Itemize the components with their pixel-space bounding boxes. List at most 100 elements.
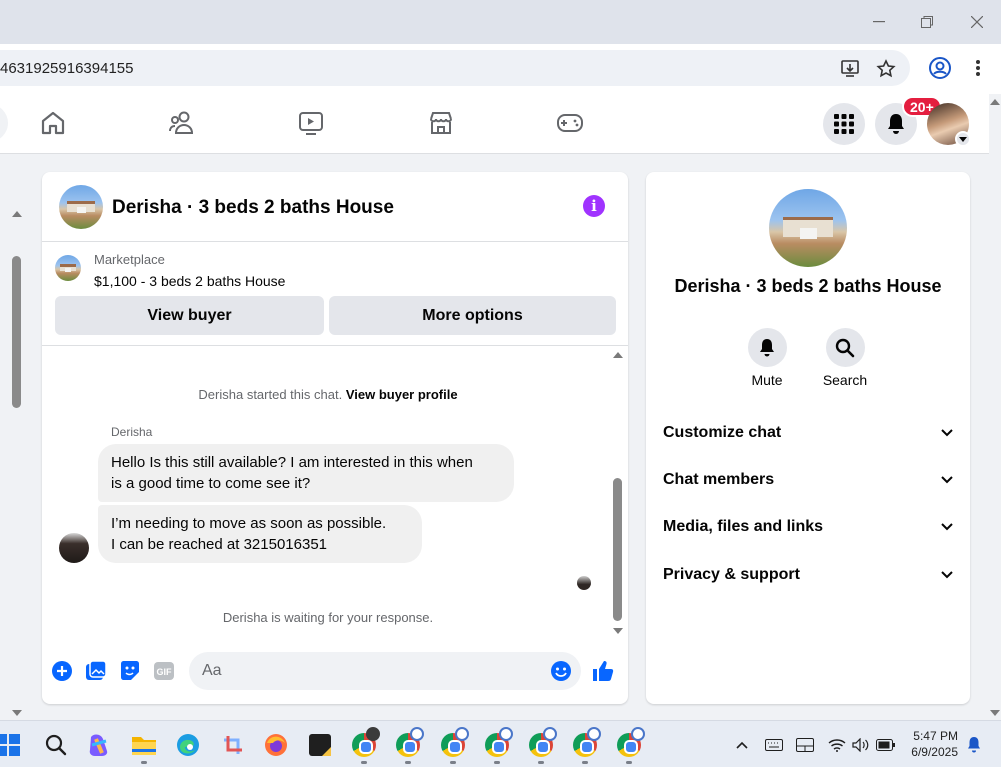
chat-info-panel: Derisha · 3 beds 2 baths House Mute Sear…: [646, 172, 970, 704]
emoji-icon[interactable]: [550, 660, 572, 682]
scroll-down-icon[interactable]: [12, 710, 22, 716]
chrome-icon[interactable]: [527, 727, 557, 759]
chat-members-section[interactable]: Chat members: [663, 468, 953, 492]
plus-icon[interactable]: [50, 659, 74, 683]
scroll-up-icon[interactable]: [990, 99, 1000, 105]
gaming-icon[interactable]: [555, 108, 585, 138]
marketplace-icon[interactable]: [426, 108, 456, 138]
bell-icon: [760, 338, 774, 356]
running-indicator: [626, 761, 632, 764]
search-icon: [835, 338, 855, 357]
video-icon[interactable]: [296, 108, 326, 138]
profile-icon[interactable]: [928, 56, 952, 80]
menu-grid-button[interactable]: [823, 103, 865, 145]
edge-icon[interactable]: [174, 731, 202, 759]
listing-avatar[interactable]: [59, 185, 103, 229]
chat-panel: Derisha · 3 beds 2 baths House i Marketp…: [42, 172, 628, 704]
home-icon[interactable]: [38, 108, 68, 138]
running-indicator: [494, 761, 500, 764]
install-app-icon[interactable]: [840, 58, 862, 80]
listing-thumbnail[interactable]: [55, 255, 81, 281]
running-indicator: [450, 761, 456, 764]
search-button[interactable]: Search: [810, 328, 880, 388]
scroll-down-icon[interactable]: [990, 710, 1000, 716]
view-buyer-profile-link[interactable]: View buyer profile: [346, 387, 458, 402]
marketplace-label: Marketplace: [94, 252, 165, 267]
facebook-top-nav: 20+: [0, 94, 989, 154]
firefox-icon[interactable]: [262, 731, 290, 759]
divider: [42, 345, 628, 346]
chevron-down-icon: [941, 476, 953, 484]
chat-title[interactable]: Derisha · 3 beds 2 baths House: [112, 197, 394, 219]
minimize-icon[interactable]: [865, 8, 893, 36]
chat-started-notice: Derisha started this chat. View buyer pr…: [198, 387, 458, 402]
media-files-links-section[interactable]: Media, files and links: [663, 515, 953, 539]
chrome-icon[interactable]: [439, 727, 469, 759]
scroll-up-icon[interactable]: [12, 211, 22, 217]
view-buyer-button[interactable]: View buyer: [55, 296, 324, 335]
scroll-down-icon[interactable]: [613, 628, 623, 634]
scroll-up-icon[interactable]: [613, 352, 623, 358]
keyboard-icon[interactable]: [760, 731, 788, 759]
page-scrollbar-right[interactable]: [989, 94, 1001, 720]
chevron-down-icon: [941, 523, 953, 531]
scroll-thumb[interactable]: [12, 256, 21, 408]
display-icon[interactable]: [791, 731, 819, 759]
scroll-thumb[interactable]: [613, 478, 622, 621]
address-bar-row: 4631925916394155: [0, 44, 1001, 94]
like-icon[interactable]: [591, 659, 615, 683]
info-icon[interactable]: i: [583, 195, 605, 217]
chevron-up-icon[interactable]: [728, 731, 756, 759]
chat-scrollbar[interactable]: [612, 350, 624, 638]
omnibox[interactable]: 4631925916394155: [0, 50, 910, 86]
waiting-notice: Derisha is waiting for your response.: [222, 610, 434, 625]
chevron-down-icon[interactable]: [955, 131, 971, 147]
chevron-down-icon: [941, 429, 953, 437]
chrome-icon[interactable]: [483, 727, 513, 759]
privacy-support-section[interactable]: Privacy & support: [663, 563, 953, 587]
copilot-icon[interactable]: [86, 731, 114, 759]
friends-icon[interactable]: [167, 108, 197, 138]
message-composer: GIF Aa: [42, 642, 628, 704]
customize-chat-section[interactable]: Customize chat: [663, 421, 953, 445]
message-bubble[interactable]: I’m needing to move as soon as possible.…: [98, 505, 422, 563]
browser-menu-icon[interactable]: [968, 56, 988, 80]
windows-start-icon[interactable]: [0, 731, 22, 759]
close-icon[interactable]: [963, 8, 991, 36]
volume-icon[interactable]: [847, 731, 875, 759]
file-explorer-icon[interactable]: [130, 731, 158, 759]
message-input[interactable]: Aa: [189, 652, 581, 690]
search-icon[interactable]: [42, 731, 70, 759]
more-options-button[interactable]: More options: [329, 296, 616, 335]
svg-text:GIF: GIF: [157, 667, 173, 677]
chrome-icon[interactable]: [350, 727, 380, 759]
listing-large-avatar[interactable]: [769, 189, 847, 267]
listing-title[interactable]: $1,100 - 3 beds 2 baths House: [94, 273, 285, 289]
chevron-down-icon: [941, 571, 953, 579]
page-scrollbar-left[interactable]: [0, 94, 22, 720]
snipping-tool-icon[interactable]: [219, 731, 247, 759]
url-text[interactable]: 4631925916394155: [0, 60, 133, 77]
sticky-notes-icon[interactable]: [306, 731, 334, 759]
clock-time[interactable]: 5:47 PM: [898, 729, 958, 743]
battery-icon[interactable]: [872, 731, 900, 759]
notification-bell-icon[interactable]: [960, 731, 988, 759]
chrome-icon[interactable]: [571, 727, 601, 759]
mute-button[interactable]: Mute: [732, 328, 802, 388]
sticker-icon[interactable]: [118, 659, 142, 683]
bookmark-star-icon[interactable]: [875, 58, 897, 80]
sender-avatar[interactable]: [59, 533, 89, 563]
sender-name: Derisha: [111, 425, 153, 439]
running-indicator: [405, 761, 411, 764]
restore-icon[interactable]: [913, 8, 941, 36]
gif-icon[interactable]: GIF: [152, 659, 176, 683]
chrome-icon[interactable]: [615, 727, 645, 759]
photo-icon[interactable]: [84, 659, 108, 683]
grid-icon: [834, 114, 854, 134]
chrome-icon[interactable]: [394, 727, 424, 759]
running-indicator: [141, 761, 147, 764]
bell-icon: [888, 114, 904, 134]
message-bubble[interactable]: Hello Is this still available? I am inte…: [98, 444, 514, 502]
running-indicator: [538, 761, 544, 764]
clock-date[interactable]: 6/9/2025: [898, 745, 958, 759]
